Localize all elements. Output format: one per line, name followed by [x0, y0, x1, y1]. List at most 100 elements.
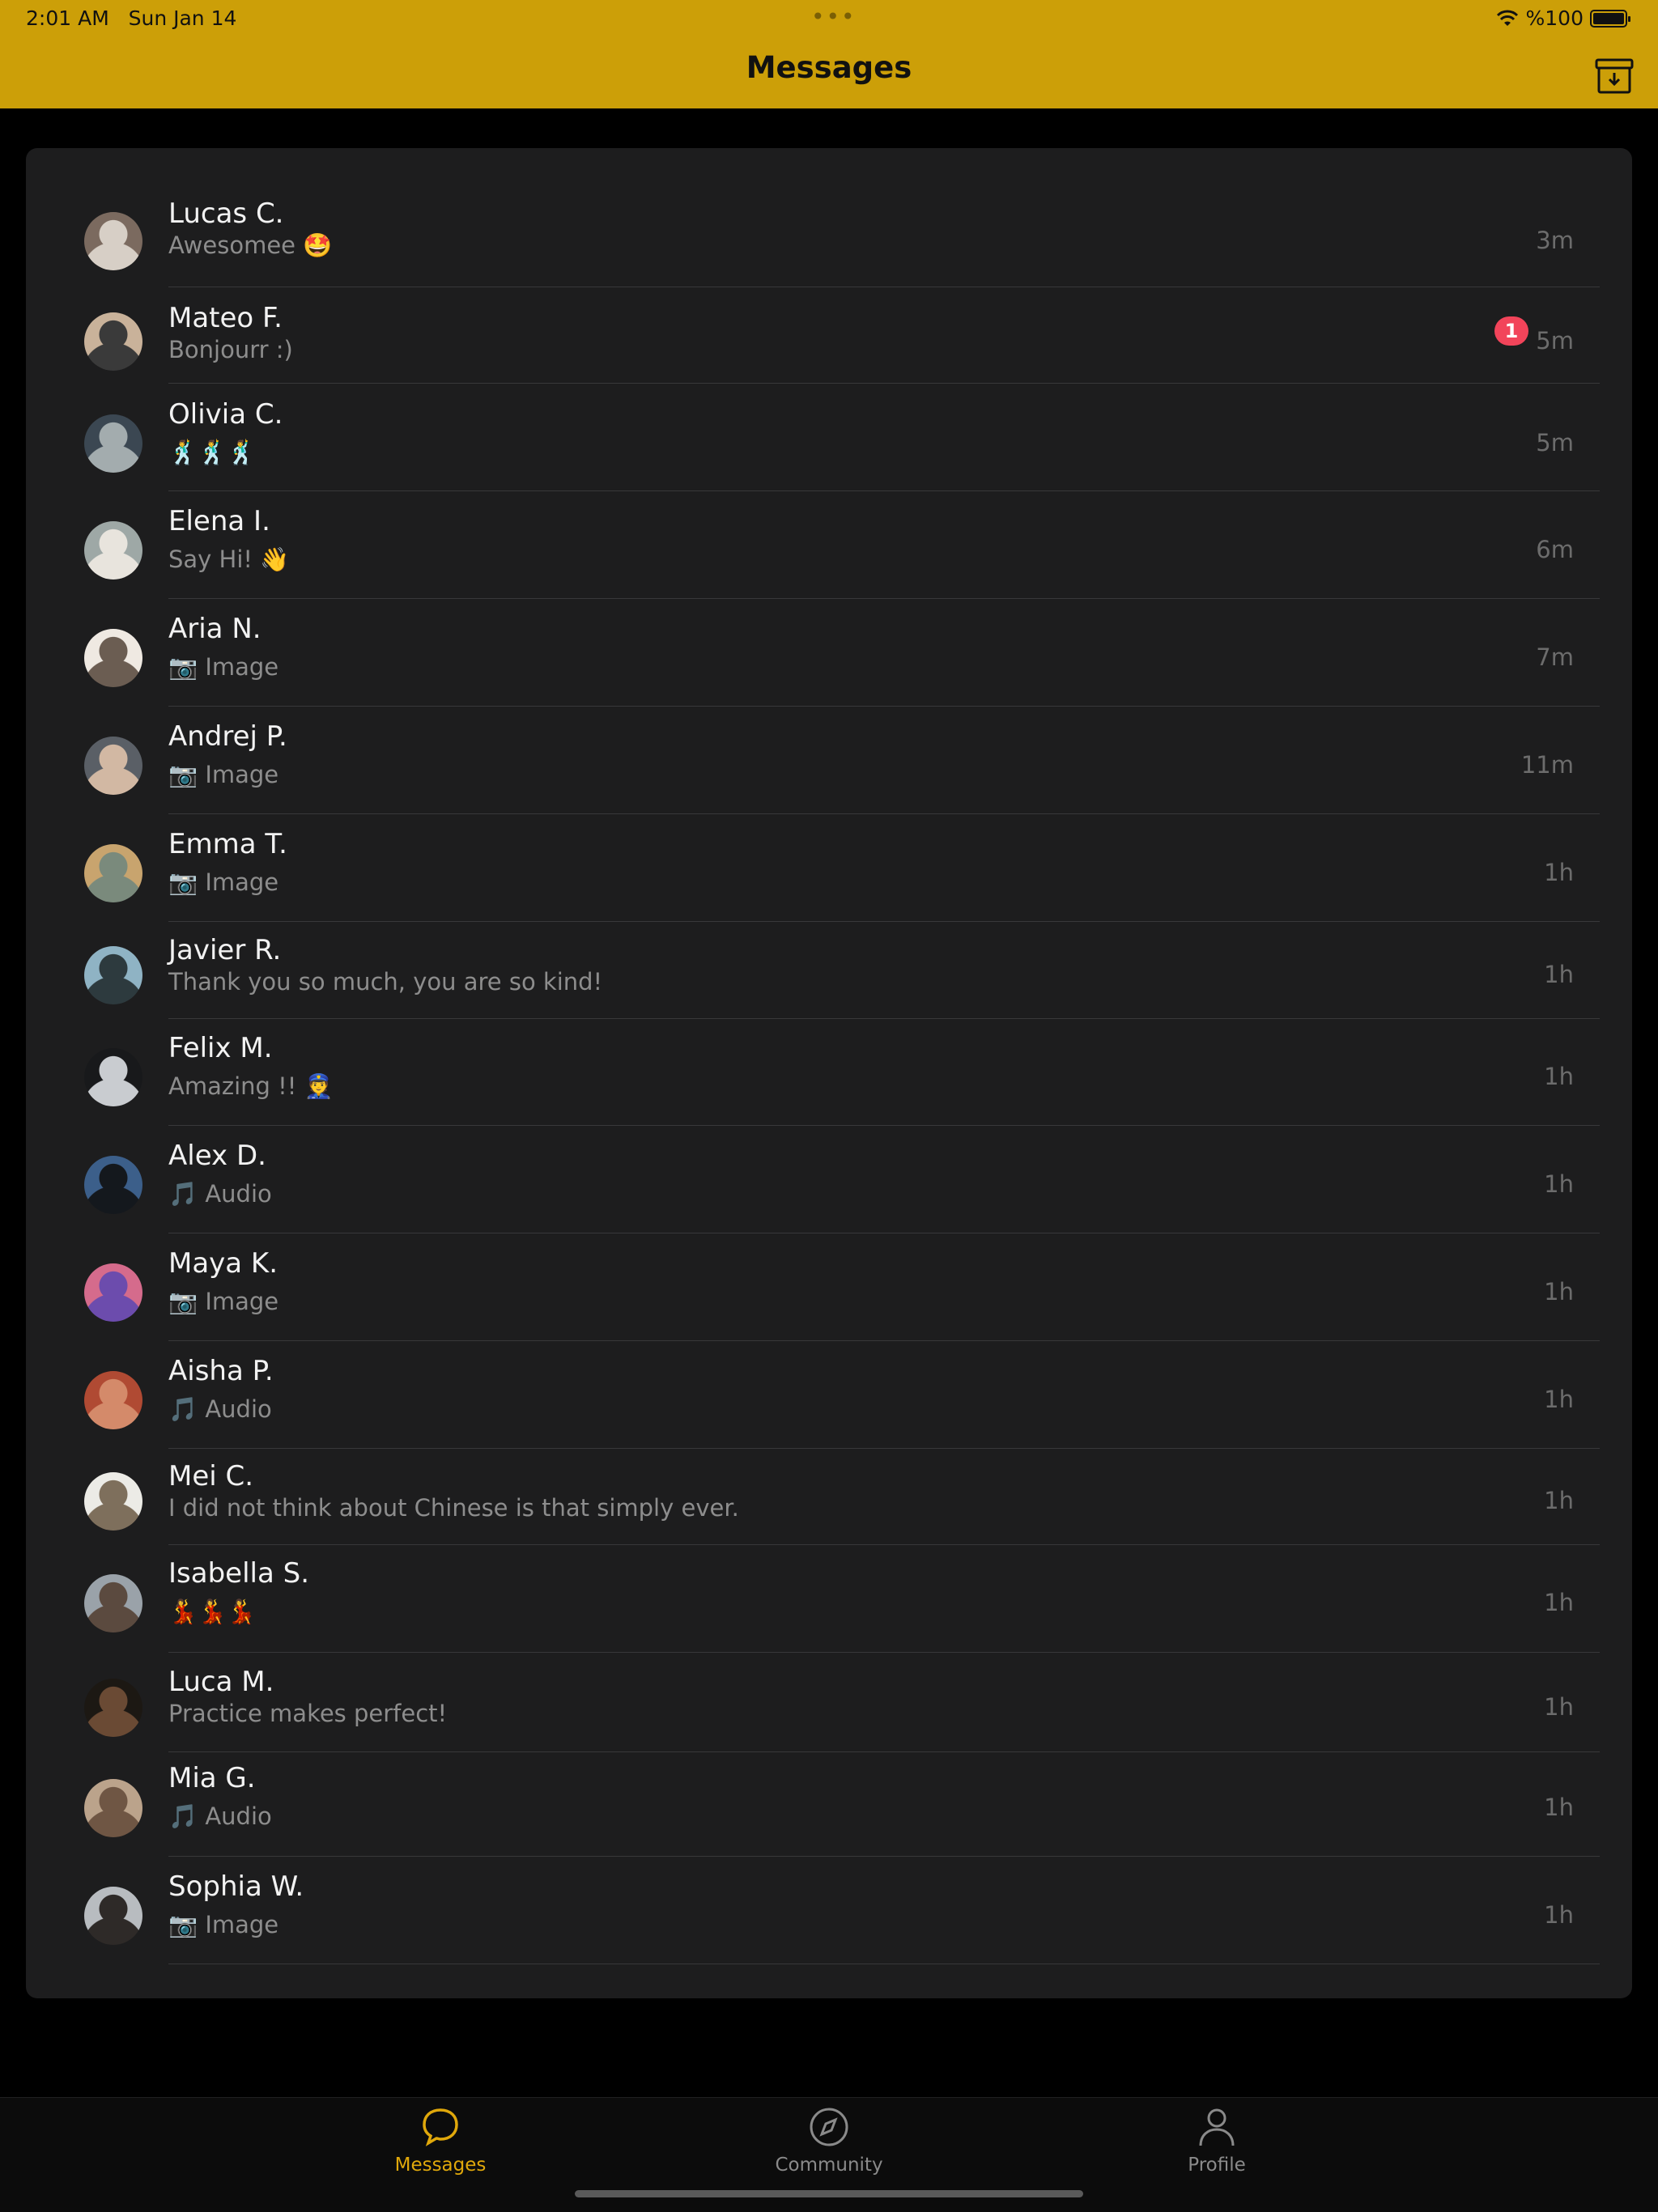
avatar[interactable] [84, 1887, 142, 1945]
message-time: 1h [1544, 1693, 1574, 1721]
tab-profile[interactable]: Profile [1128, 2098, 1306, 2187]
conversation-row[interactable]: Elena I. Say Hi! 👋 6m [26, 502, 1632, 599]
conversation-row[interactable]: Aisha P. 🎵 Audio 1h [26, 1352, 1632, 1449]
tab-label-messages: Messages [394, 2155, 487, 2176]
avatar[interactable] [84, 1779, 142, 1837]
contact-name: Sophia W. [168, 1870, 304, 1903]
conversation-row[interactable]: Mei C. I did not think about Chinese is t… [26, 1457, 1632, 1545]
conversation-row[interactable]: Aria N. 📷 Image 7m [26, 609, 1632, 707]
conversation-row[interactable]: Javier R. Thank you so much, you are so k… [26, 931, 1632, 1019]
avatar[interactable] [84, 1156, 142, 1214]
conversation-row[interactable]: Sophia W. 📷 Image 1h [26, 1867, 1632, 1964]
message-preview: Say Hi! 👋 [168, 546, 290, 573]
contact-name: Luca M. [168, 1666, 274, 1698]
avatar[interactable] [84, 312, 142, 371]
avatar[interactable] [84, 844, 142, 902]
message-time: 5m [1536, 429, 1574, 456]
compass-icon [810, 2108, 848, 2146]
message-time: 1h [1544, 859, 1574, 886]
row-divider [168, 490, 1600, 491]
multitasking-dots-icon[interactable]: ••• [811, 3, 857, 30]
avatar[interactable] [84, 414, 142, 473]
row-divider [168, 1544, 1600, 1545]
row-divider [168, 1125, 1600, 1126]
status-indicators: %100 [1495, 6, 1630, 30]
avatar[interactable] [84, 946, 142, 1004]
avatar[interactable] [84, 521, 142, 580]
avatar[interactable] [84, 1263, 142, 1322]
conversation-row[interactable]: Andrej P. 📷 Image 11m [26, 717, 1632, 814]
row-divider [168, 1856, 1600, 1857]
conversation-row[interactable]: Felix M. Amazing !! 👮 1h [26, 1029, 1632, 1126]
row-divider [168, 1018, 1600, 1019]
message-time: 1h [1544, 1063, 1574, 1090]
message-preview: Practice makes perfect! [168, 1700, 448, 1727]
contact-name: Alex D. [168, 1140, 266, 1172]
message-preview: 📷 Image [168, 868, 279, 896]
message-preview: 💃💃💃 [168, 1598, 257, 1625]
contact-name: Elena I. [168, 505, 270, 537]
message-time: 6m [1536, 536, 1574, 563]
message-preview: 📷 Image [168, 1911, 279, 1938]
message-preview: Thank you so much, you are so kind! [168, 968, 603, 996]
row-divider [168, 383, 1600, 384]
message-time: 1h [1544, 1901, 1574, 1929]
message-preview: 🎵 Audio [168, 1395, 272, 1423]
conversation-row[interactable]: Olivia C. 🕺🕺🕺 5m [26, 395, 1632, 491]
conversation-row[interactable]: Luca M. Practice makes perfect! 1h [26, 1662, 1632, 1752]
message-time: 1h [1544, 1278, 1574, 1306]
conversation-row[interactable]: Alex D. 🎵 Audio 1h [26, 1136, 1632, 1233]
conversation-row[interactable]: Lucas C. Awesomee 🤩 3m [26, 194, 1632, 287]
avatar[interactable] [84, 1574, 142, 1632]
unread-badge: 1 [1494, 316, 1528, 346]
contact-name: Olivia C. [168, 398, 283, 431]
message-time: 7m [1536, 643, 1574, 671]
avatar[interactable] [84, 737, 142, 795]
conversation-row[interactable]: Mateo F. Bonjourr :) 5m 1 [26, 299, 1632, 384]
message-preview: 🎵 Audio [168, 1180, 272, 1208]
message-time: 1h [1544, 961, 1574, 988]
contact-name: Felix M. [168, 1032, 273, 1064]
contact-name: Lucas C. [168, 197, 284, 230]
contact-name: Emma T. [168, 828, 287, 860]
message-preview: Awesomee 🤩 [168, 231, 333, 259]
message-time: 1h [1544, 1487, 1574, 1514]
avatar[interactable] [84, 212, 142, 270]
avatar[interactable] [84, 1371, 142, 1429]
tab-community[interactable]: Community [740, 2098, 918, 2187]
message-preview: 📷 Image [168, 761, 279, 788]
archive-download-icon[interactable] [1593, 55, 1635, 97]
contact-name: Maya K. [168, 1247, 278, 1280]
top-bar: 2:01 AM Sun Jan 14 ••• %100 Messages [0, 0, 1658, 108]
message-time: 1h [1544, 1170, 1574, 1198]
conversation-row[interactable]: Emma T. 📷 Image 1h [26, 825, 1632, 922]
battery-percent: %100 [1525, 6, 1584, 30]
message-preview: 🎵 Audio [168, 1802, 272, 1830]
message-time: 1h [1544, 1589, 1574, 1616]
battery-icon [1590, 9, 1630, 28]
message-time: 11m [1520, 751, 1574, 779]
home-indicator [575, 2190, 1083, 2197]
tab-label-community: Community [775, 2155, 883, 2176]
avatar[interactable] [84, 1679, 142, 1737]
avatar[interactable] [84, 1048, 142, 1106]
conversation-row[interactable]: Isabella S. 💃💃💃 1h [26, 1554, 1632, 1653]
conversation-row[interactable]: Maya K. 📷 Image 1h [26, 1244, 1632, 1341]
row-divider [168, 813, 1600, 814]
conversation-row[interactable]: Mia G. 🎵 Audio 1h [26, 1759, 1632, 1857]
wifi-icon [1496, 10, 1518, 26]
avatar[interactable] [84, 629, 142, 687]
message-preview: 🕺🕺🕺 [168, 439, 257, 466]
contact-name: Mia G. [168, 1762, 256, 1794]
tab-messages[interactable]: Messages [351, 2098, 529, 2187]
message-preview: 📷 Image [168, 653, 279, 681]
contact-name: Mateo F. [168, 302, 283, 334]
avatar[interactable] [84, 1472, 142, 1531]
contact-name: Javier R. [168, 934, 282, 966]
status-date: Sun Jan 14 [128, 6, 237, 30]
message-time: 1h [1544, 1386, 1574, 1413]
row-divider [168, 1652, 1600, 1653]
message-time: 5m [1536, 327, 1574, 355]
row-divider [168, 1448, 1600, 1449]
row-divider [168, 706, 1600, 707]
